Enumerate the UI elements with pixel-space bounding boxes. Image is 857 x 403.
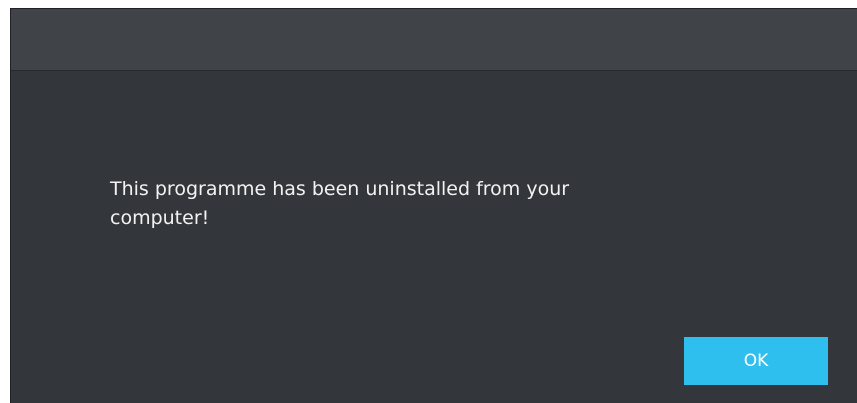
dialog-titlebar[interactable]: [11, 9, 857, 71]
ok-button[interactable]: OK: [684, 337, 828, 385]
uninstall-dialog: This programme has been uninstalled from…: [10, 8, 857, 403]
dialog-message: This programme has been uninstalled from…: [110, 178, 570, 229]
